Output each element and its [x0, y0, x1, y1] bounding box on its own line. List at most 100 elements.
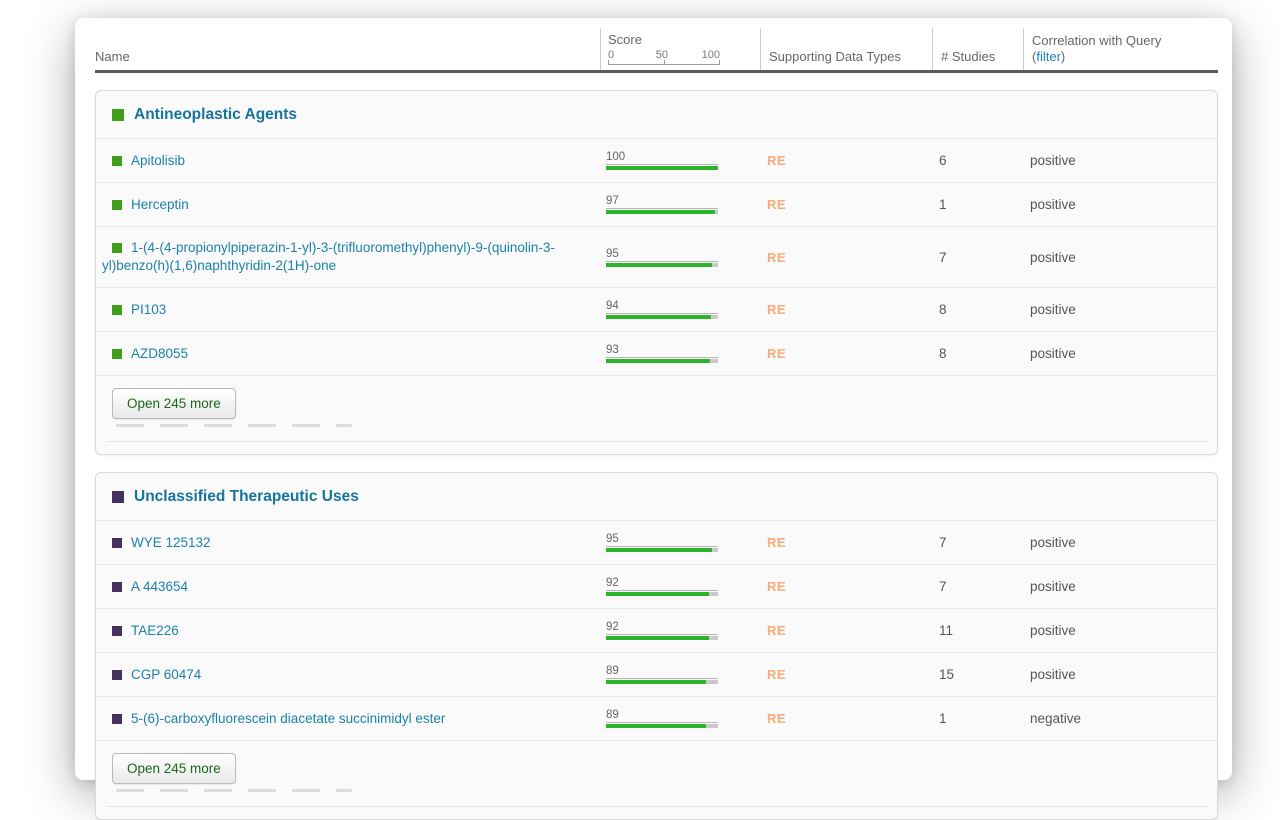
score-value: 89	[606, 665, 718, 679]
data-type-RE-badge: RE	[767, 667, 786, 682]
score-bar	[606, 548, 718, 552]
score-bar-fill	[606, 359, 710, 363]
studies-count: 7	[931, 535, 1022, 550]
result-name-link[interactable]: AZD8055	[131, 346, 188, 361]
group-header: Antineoplastic Agents	[96, 91, 1217, 138]
category-color-marker	[112, 109, 124, 121]
score-cell: 95	[599, 533, 759, 552]
open-more-row: Open 245 more	[96, 740, 1217, 800]
result-name-link[interactable]: 1-(4-(4-propionylpiperazin-1-yl)-3-(trif…	[102, 240, 555, 273]
supporting-types-cell: RE	[759, 535, 931, 550]
score-bar	[606, 592, 718, 596]
result-name-link[interactable]: 5-(6)-carboxyfluorescein diacetate succi…	[131, 711, 445, 726]
score-cell: 92	[599, 577, 759, 596]
score-cell: 89	[599, 665, 759, 684]
result-name-link[interactable]: WYE 125132	[131, 535, 211, 550]
score-bar-fill	[606, 263, 712, 267]
result-name-link[interactable]: Herceptin	[131, 197, 189, 212]
score-bar-fill	[606, 315, 711, 319]
correlation-value: negative	[1022, 711, 1217, 726]
category-color-marker	[112, 714, 122, 724]
score-bar-fill	[606, 636, 709, 640]
score-bar	[606, 724, 718, 728]
group-title-link[interactable]: Unclassified Therapeutic Uses	[134, 488, 359, 506]
supporting-types-cell: RE	[759, 153, 931, 168]
supporting-column-label: Supporting Data Types	[769, 49, 932, 65]
collapsed-rows-dashes	[116, 789, 352, 792]
score-bar-fill	[606, 548, 712, 552]
result-name-link[interactable]: Apitolisib	[131, 153, 185, 168]
category-color-marker	[112, 156, 122, 166]
column-header-supporting-data-types: Supporting Data Types	[760, 28, 932, 70]
score-tick-100: 100	[702, 49, 720, 61]
filter-link-wrap: (filter)	[1032, 49, 1218, 65]
category-color-marker	[112, 305, 122, 315]
score-value: 92	[606, 577, 718, 591]
result-name-link[interactable]: CGP 60474	[131, 667, 201, 682]
column-header-name: Name	[95, 28, 600, 70]
score-value: 94	[606, 300, 718, 314]
data-type-RE-badge: RE	[767, 250, 786, 265]
correlation-value: positive	[1022, 153, 1217, 168]
correlation-value: positive	[1022, 667, 1217, 682]
result-row: CGP 60474 89 RE 15 positive	[96, 652, 1217, 696]
name-cell: A 443654	[96, 578, 599, 596]
collapsed-rows-dashes	[116, 424, 352, 427]
column-header-score: Score 0 50 100	[600, 28, 760, 70]
name-cell: AZD8055	[96, 345, 599, 363]
data-type-RE-badge: RE	[767, 535, 786, 550]
category-color-marker	[112, 582, 122, 592]
group-header: Unclassified Therapeutic Uses	[96, 473, 1217, 520]
filter-link[interactable]: filter	[1036, 49, 1061, 64]
score-axis: 0 50 100	[608, 49, 720, 65]
data-type-RE-badge: RE	[767, 153, 786, 168]
score-bar-fill	[606, 680, 706, 684]
correlation-column-label: Correlation with Query	[1032, 33, 1218, 49]
result-name-link[interactable]: TAE226	[131, 623, 179, 638]
correlation-value: positive	[1022, 346, 1217, 361]
open-more-button[interactable]: Open 245 more	[112, 753, 236, 784]
score-cell: 94	[599, 300, 759, 319]
category-color-marker	[112, 670, 122, 680]
category-color-marker	[112, 538, 122, 548]
data-type-RE-badge: RE	[767, 302, 786, 317]
score-bar-fill	[606, 724, 706, 728]
score-value: 93	[606, 344, 718, 358]
score-cell: 93	[599, 344, 759, 363]
category-color-marker	[112, 626, 122, 636]
open-more-button[interactable]: Open 245 more	[112, 388, 236, 419]
open-more-row: Open 245 more	[96, 375, 1217, 435]
score-bar	[606, 263, 718, 267]
result-name-link[interactable]: A 443654	[131, 579, 188, 594]
score-value: 97	[606, 195, 718, 209]
supporting-types-cell: RE	[759, 667, 931, 682]
table-header: Name Score 0 50 100 Supporting Data Type…	[95, 28, 1218, 73]
result-row: TAE226 92 RE 11 positive	[96, 608, 1217, 652]
result-row: 1-(4-(4-propionylpiperazin-1-yl)-3-(trif…	[96, 226, 1217, 287]
score-bar	[606, 359, 718, 363]
supporting-types-cell: RE	[759, 302, 931, 317]
score-bar	[606, 210, 718, 214]
correlation-value: positive	[1022, 623, 1217, 638]
result-row: WYE 125132 95 RE 7 positive	[96, 520, 1217, 564]
name-cell: 1-(4-(4-propionylpiperazin-1-yl)-3-(trif…	[96, 239, 599, 275]
data-type-RE-badge: RE	[767, 623, 786, 638]
studies-count: 8	[931, 302, 1022, 317]
column-header-correlation: Correlation with Query (filter)	[1023, 28, 1218, 70]
supporting-types-cell: RE	[759, 579, 931, 594]
studies-count: 1	[931, 197, 1022, 212]
score-cell: 95	[599, 248, 759, 267]
score-bar	[606, 315, 718, 319]
score-value: 100	[606, 151, 718, 165]
group-title-link[interactable]: Antineoplastic Agents	[134, 106, 297, 124]
studies-count: 1	[931, 711, 1022, 726]
data-type-RE-badge: RE	[767, 346, 786, 361]
correlation-value: positive	[1022, 535, 1217, 550]
data-type-RE-badge: RE	[767, 579, 786, 594]
data-type-RE-badge: RE	[767, 197, 786, 212]
result-name-link[interactable]: PI103	[131, 302, 166, 317]
category-color-marker	[112, 491, 124, 503]
score-cell: 92	[599, 621, 759, 640]
result-row: Herceptin 97 RE 1 positive	[96, 182, 1217, 226]
score-cell: 89	[599, 709, 759, 728]
